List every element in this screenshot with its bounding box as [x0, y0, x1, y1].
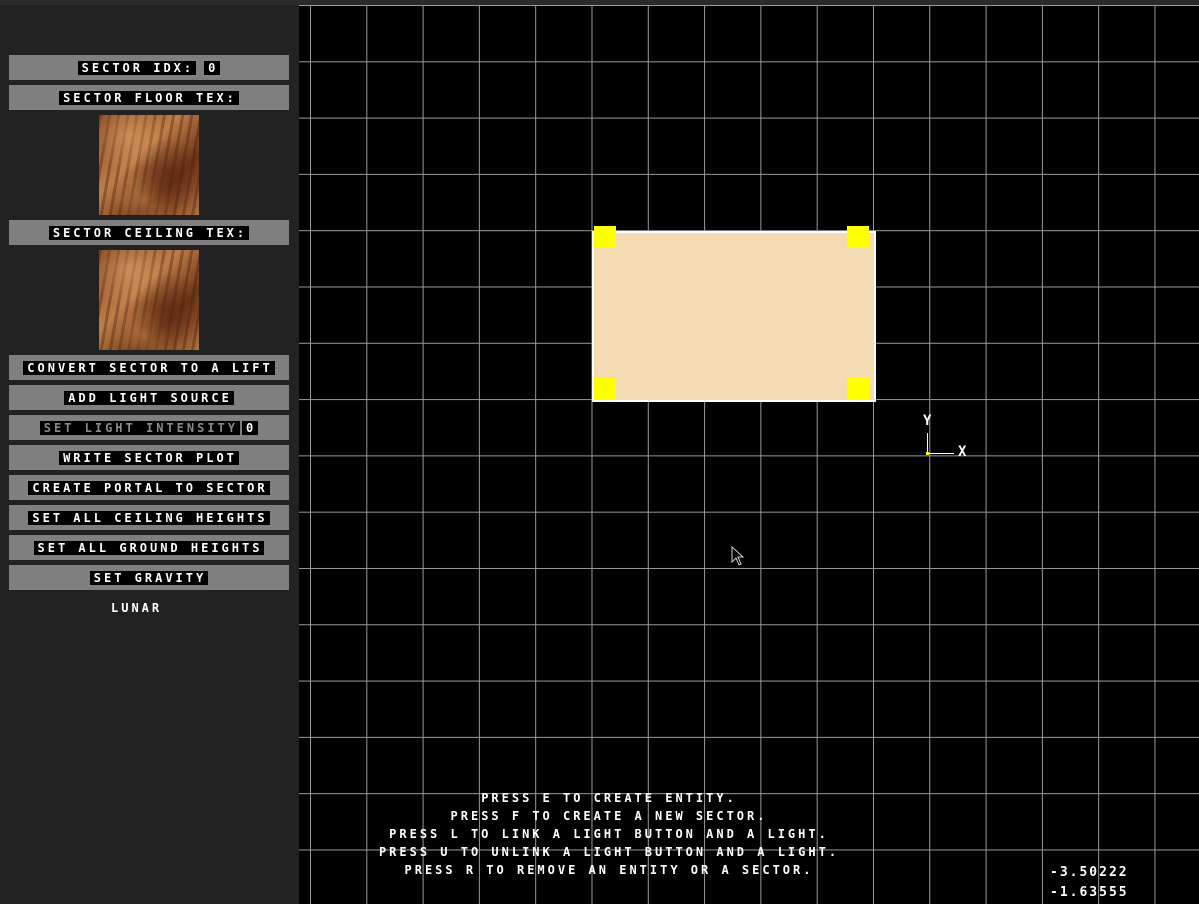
create-portal-label: CREATE PORTAL TO SECTOR — [28, 480, 270, 495]
write-plot-label: WRITE SECTOR PLOT — [59, 450, 239, 465]
set-ground-heights-button[interactable]: SET ALL GROUND HEIGHTS — [9, 535, 289, 560]
axis-x-line — [928, 453, 954, 454]
floor-texture-preview[interactable] — [99, 115, 199, 215]
axis-origin — [926, 452, 929, 455]
sidebar-panel: SECTOR IDX: 0 SECTOR FLOOR TEX: SECTOR C… — [0, 5, 299, 904]
coord-y: -1.63555 — [1050, 885, 1129, 900]
add-light-button[interactable]: ADD LIGHT SOURCE — [9, 385, 289, 410]
floor-tex-label: SECTOR FLOOR TEX: — [59, 90, 239, 105]
set-ground-heights-label: SET ALL GROUND HEIGHTS — [33, 540, 265, 555]
help-line: PRESS R TO REMOVE AN ENTITY OR A SECTOR. — [404, 863, 814, 877]
floor-tex-label-bar: SECTOR FLOOR TEX: — [9, 85, 289, 110]
sector-vertex[interactable] — [847, 378, 869, 400]
ceiling-tex-label: SECTOR CEILING TEX: — [48, 225, 250, 240]
sector-vertex[interactable] — [847, 226, 869, 248]
help-text: PRESS E TO CREATE ENTITY. PRESS F TO CRE… — [299, 789, 919, 879]
mouse-cursor-icon — [731, 546, 745, 566]
sector-idx-label: SECTOR IDX: — [77, 60, 197, 75]
create-portal-button[interactable]: CREATE PORTAL TO SECTOR — [9, 475, 289, 500]
convert-lift-button[interactable]: CONVERT SECTOR TO A LIFT — [9, 355, 289, 380]
editor-canvas[interactable]: Y X PRESS E TO CREATE ENTITY. PRESS F TO… — [299, 5, 1199, 904]
cursor-coordinates: -3.50222 -1.63555 — [1050, 863, 1129, 903]
light-intensity-value: 0 — [242, 420, 259, 435]
add-light-label: ADD LIGHT SOURCE — [64, 390, 234, 405]
gravity-value: LUNAR — [111, 601, 163, 615]
coord-x: -3.50222 — [1050, 865, 1129, 880]
sector-polygon[interactable] — [592, 231, 876, 402]
ceiling-tex-label-bar: SECTOR CEILING TEX: — [9, 220, 289, 245]
axis-x-label: X — [958, 444, 967, 460]
set-light-intensity-label: SET LIGHT INTENSITY — [39, 420, 241, 435]
sector-vertex[interactable] — [594, 378, 616, 400]
sector-idx-value: 0 — [204, 60, 221, 75]
axis-y-line — [927, 433, 928, 454]
set-gravity-button[interactable]: SET GRAVITY — [9, 565, 289, 590]
help-line: PRESS F TO CREATE A NEW SECTOR. — [450, 809, 768, 823]
set-ceiling-heights-label: SET ALL CEILING HEIGHTS — [28, 510, 270, 525]
set-ceiling-heights-button[interactable]: SET ALL CEILING HEIGHTS — [9, 505, 289, 530]
axis-y-label: Y — [923, 413, 932, 429]
convert-lift-label: CONVERT SECTOR TO A LIFT — [23, 360, 275, 375]
ceiling-texture-preview[interactable] — [99, 250, 199, 350]
write-plot-button[interactable]: WRITE SECTOR PLOT — [9, 445, 289, 470]
sector-idx-field[interactable]: SECTOR IDX: 0 — [9, 55, 289, 80]
help-line: PRESS L TO LINK A LIGHT BUTTON AND A LIG… — [389, 827, 829, 841]
help-line: PRESS E TO CREATE ENTITY. — [481, 791, 737, 805]
set-light-intensity-button[interactable]: SET LIGHT INTENSITY 0 — [9, 415, 289, 440]
help-line: PRESS U TO UNLINK A LIGHT BUTTON AND A L… — [378, 845, 840, 859]
sector-vertex[interactable] — [594, 226, 616, 248]
set-gravity-label: SET GRAVITY — [89, 570, 209, 585]
